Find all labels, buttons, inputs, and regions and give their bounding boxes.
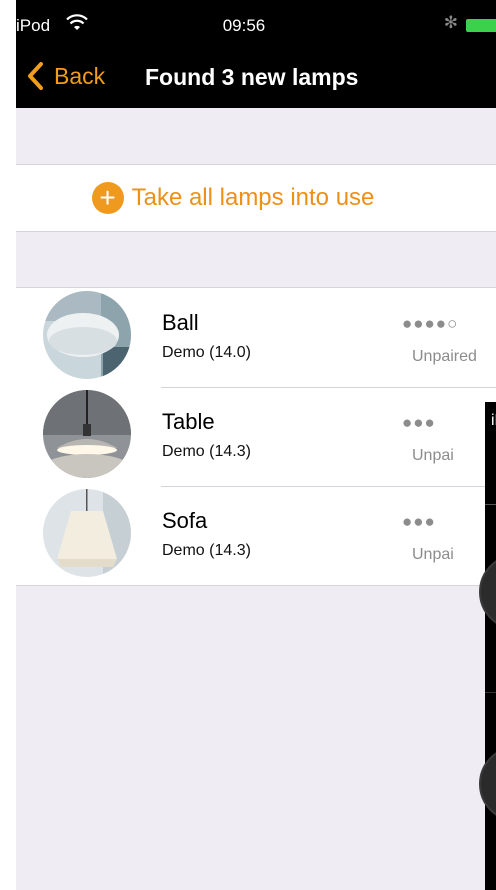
overlapping-screen-fragment: iP: [479, 402, 496, 890]
page-title: Found 3 new lamps: [145, 64, 359, 90]
signal-strength-icon: ●●●: [402, 413, 436, 432]
overlay-carrier-label: iP: [491, 412, 496, 429]
status-bar: iPod 09:56 ✻: [16, 0, 496, 40]
lamp-thumbnail-table: [43, 390, 131, 478]
lamp-status: Unpai: [412, 447, 454, 464]
chevron-left-icon: [28, 62, 43, 90]
lamp-name: Table: [162, 409, 215, 434]
lamp-thumbnail-ball: [43, 291, 131, 379]
lamp-name: Sofa: [162, 508, 208, 533]
divider: [485, 692, 496, 693]
lamp-status: Unpai: [412, 546, 454, 563]
lamp-subtitle: Demo (14.0): [162, 344, 251, 361]
lamp-row-sofa[interactable]: Sofa Demo (14.3) ●●● Unpai: [16, 486, 496, 585]
clock: 09:56: [222, 16, 266, 35]
take-all-label: Take all lamps into use: [131, 184, 375, 211]
plus-circle-icon: +: [91, 182, 124, 214]
signal-strength-icon: ●●●: [402, 512, 436, 531]
app-screen: iPod 09:56 ✻ Back Found 3 new lamps + Ta…: [16, 0, 496, 890]
take-all-lamps-button[interactable]: + Take all lamps into use: [91, 182, 425, 214]
take-all-row: + Take all lamps into use: [16, 164, 496, 232]
back-label: Back: [54, 62, 106, 89]
bluetooth-icon: ✻: [443, 13, 458, 32]
lamp-thumbnail-sofa: [43, 489, 131, 577]
back-button[interactable]: Back: [26, 60, 105, 92]
overlay-thumbnail: [479, 746, 496, 822]
lamp-list: Ball Demo (14.0) ●●●●○ Unpaired Table De…: [16, 287, 496, 586]
signal-strength-icon: ●●●●○: [402, 314, 459, 333]
lamp-row-ball[interactable]: Ball Demo (14.0) ●●●●○ Unpaired: [16, 288, 496, 387]
lamp-subtitle: Demo (14.3): [162, 542, 251, 559]
divider: [485, 504, 496, 505]
lamp-subtitle: Demo (14.3): [162, 443, 251, 460]
battery-icon: [466, 19, 496, 32]
lamp-name: Ball: [162, 310, 199, 335]
lamp-status: Unpaired: [412, 348, 477, 365]
top-bar: iPod 09:56 ✻ Back Found 3 new lamps: [16, 0, 496, 108]
navigation-bar: Back Found 3 new lamps: [16, 50, 496, 100]
lamp-row-table[interactable]: Table Demo (14.3) ●●● Unpai: [16, 387, 496, 486]
